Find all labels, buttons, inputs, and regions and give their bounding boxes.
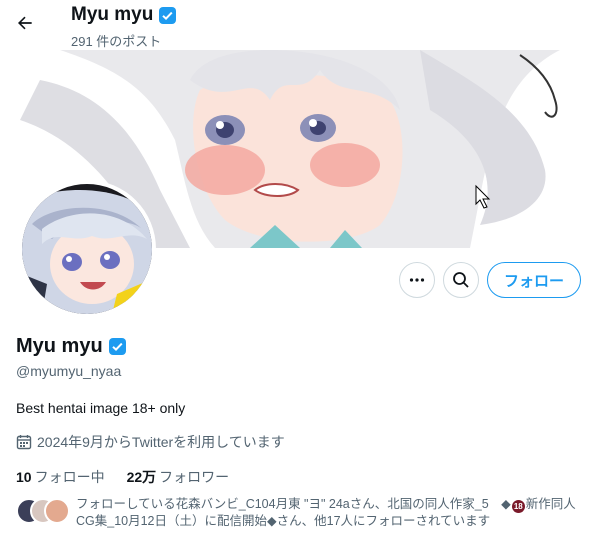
- search-icon: [453, 272, 469, 288]
- search-button[interactable]: [443, 262, 479, 298]
- calendar-icon: [16, 435, 32, 450]
- back-button[interactable]: [10, 8, 40, 38]
- top-bar: Myu myu 291 件のポスト: [0, 0, 595, 50]
- followers-count: 22万: [126, 469, 157, 485]
- profile-bio: Best hentai image 18+ only: [16, 400, 186, 416]
- followed-by-text: フォローしている花森バンビ_C104月東 "ヨ" 24aさん、北国の同人作家_5…: [76, 496, 586, 529]
- followers-label: フォロワー: [159, 469, 230, 485]
- more-horizontal-icon: [409, 278, 425, 282]
- user-handle: @myumyu_nyaa: [16, 363, 122, 379]
- header-title: Myu myu: [71, 4, 154, 25]
- age-18-badge: 18: [511, 500, 525, 513]
- followers-link[interactable]: 22万 フォロワー: [127, 467, 230, 487]
- followed-by-avatars: [16, 496, 70, 524]
- follow-button[interactable]: フォロー: [487, 262, 581, 298]
- avatar[interactable]: [22, 184, 152, 314]
- following-link[interactable]: 10 フォロー中: [16, 467, 105, 487]
- header-title-row: Myu myu: [71, 4, 177, 26]
- verified-badge-icon: [158, 6, 177, 25]
- display-name: Myu myu: [16, 335, 103, 357]
- more-button[interactable]: [399, 262, 435, 298]
- verified-badge-icon: [108, 337, 127, 356]
- display-name-row: Myu myu: [16, 335, 127, 358]
- follow-stats: 10 フォロー中 22万 フォロワー: [16, 467, 229, 487]
- joined-date: 2024年9月からTwitterを利用しています: [37, 434, 285, 450]
- followed-by-row[interactable]: フォローしている花森バンビ_C104月東 "ヨ" 24aさん、北国の同人作家_5…: [16, 496, 586, 529]
- arrow-left-icon: [18, 16, 32, 30]
- avatar: [44, 498, 70, 524]
- joined-date-row: 2024年9月からTwitterを利用しています: [16, 432, 285, 452]
- following-count: 10: [16, 469, 32, 485]
- followed-by-part1: フォローしている花森バンビ_C104月東 "ヨ" 24aさん、北国の同人作家_5…: [76, 497, 511, 511]
- post-count: 291 件のポスト: [71, 34, 162, 49]
- avatar-frame: [18, 180, 156, 318]
- following-label: フォロー中: [34, 469, 105, 485]
